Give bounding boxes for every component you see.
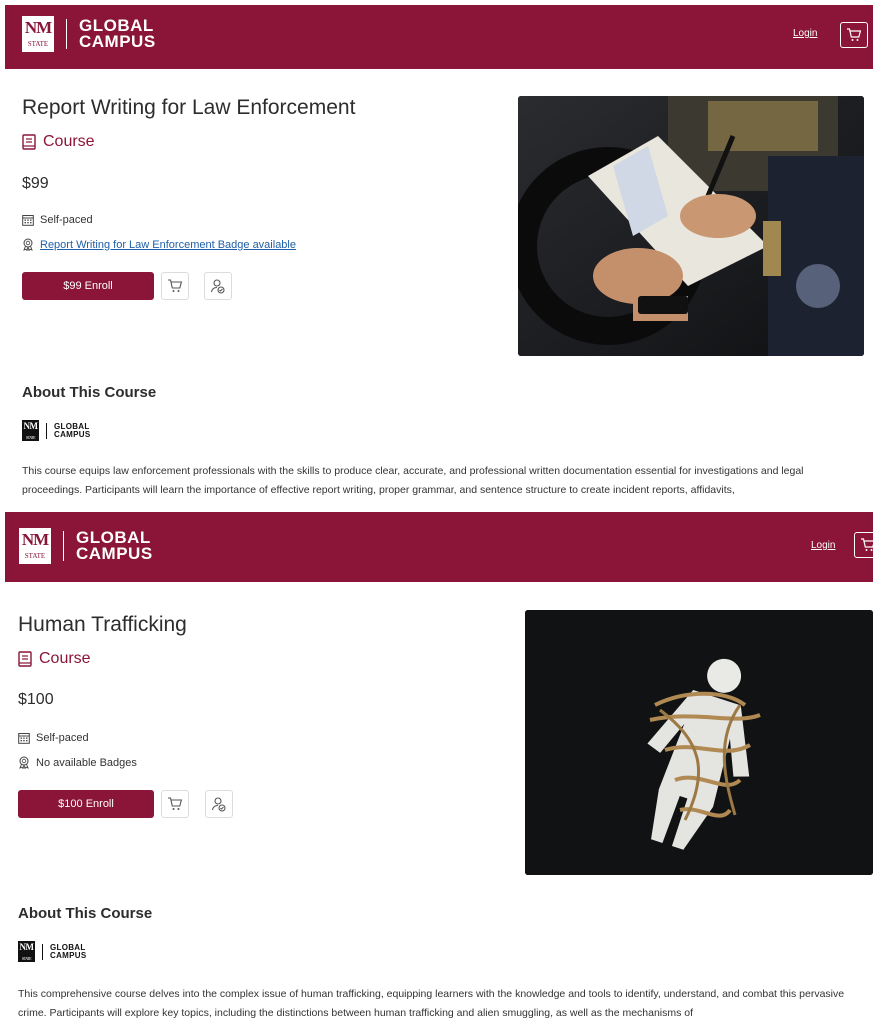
logo-nm-text: NM: [24, 18, 52, 37]
course-book-icon: [18, 651, 32, 667]
course-hero-image: [518, 96, 864, 356]
enroll-button[interactable]: $99 Enroll: [22, 272, 154, 300]
site-header: NM STATE GLOBAL CAMPUS Login: [5, 512, 873, 582]
course-type: Course: [18, 650, 91, 668]
about-heading: About This Course: [18, 905, 153, 922]
course-book-icon: [22, 134, 36, 150]
logo-nm-text: NM: [21, 530, 49, 549]
provider-logo: NM STATE GLOBAL CAMPUS: [18, 941, 86, 962]
nm-state-mini-logo: NM STATE: [22, 420, 39, 441]
officer-writing-report-image: [518, 96, 864, 356]
mini-brand-name: GLOBAL CAMPUS: [54, 422, 91, 439]
badge-ribbon-icon: [23, 238, 33, 251]
mini-logo-divider: [42, 943, 43, 960]
course-type-label: Course: [39, 650, 91, 667]
share-button[interactable]: [204, 272, 232, 300]
global-campus-logo[interactable]: NM STATE GLOBAL CAMPUS: [22, 16, 156, 52]
cart-icon: [168, 279, 183, 292]
course-title: Human Trafficking: [18, 613, 187, 636]
badge-info: No available Badges: [18, 756, 137, 769]
mini-logo-state: STATE: [21, 956, 32, 961]
site-header: NM STATE GLOBAL CAMPUS Login: [5, 5, 873, 69]
nm-state-mini-logo: NM STATE: [18, 941, 35, 962]
course-description: This comprehensive course delves into th…: [18, 988, 845, 1018]
brand-name: GLOBAL CAMPUS: [76, 529, 153, 563]
nm-state-logo: NM STATE: [19, 528, 51, 564]
pace-label: Self-paced: [36, 732, 89, 744]
mini-logo-nm: NM: [23, 421, 39, 431]
logo-state-text: STATE: [27, 40, 49, 48]
mini-brand-line-2: CAMPUS: [50, 950, 87, 960]
share-user-icon: [210, 279, 225, 294]
course-page-human-trafficking: NM STATE GLOBAL CAMPUS Login Human Traff…: [0, 512, 873, 1018]
logo-divider: [63, 531, 64, 561]
course-price: $100: [18, 691, 54, 708]
provider-logo: NM STATE GLOBAL CAMPUS: [22, 420, 90, 441]
brand-line-2: CAMPUS: [76, 544, 153, 563]
course-type-label: Course: [43, 133, 95, 150]
share-button[interactable]: [205, 790, 233, 818]
cart-icon: [847, 28, 862, 41]
brand-name: GLOBAL CAMPUS: [79, 17, 156, 51]
badge-info: Report Writing for Law Enforcement Badge…: [22, 238, 296, 251]
badge-link[interactable]: Report Writing for Law Enforcement Badge…: [40, 239, 296, 251]
cart-icon: [168, 797, 183, 810]
course-page-report-writing: NM STATE GLOBAL CAMPUS Login Report Writ…: [0, 0, 873, 506]
course-title: Report Writing for Law Enforcement: [22, 96, 356, 119]
add-to-cart-button[interactable]: [161, 790, 189, 818]
mini-logo-divider: [46, 422, 47, 439]
add-to-cart-button[interactable]: [161, 272, 189, 300]
logo-state-text: STATE: [24, 552, 46, 560]
badge-label: No available Badges: [36, 756, 137, 769]
mini-brand-line-2: CAMPUS: [54, 429, 91, 439]
header-cart-button[interactable]: [840, 22, 868, 48]
mini-logo-state: STATE: [25, 435, 36, 440]
login-link[interactable]: Login: [811, 540, 835, 551]
logo-divider: [66, 19, 67, 49]
mini-logo-nm: NM: [19, 942, 35, 952]
enroll-button[interactable]: $100 Enroll: [18, 790, 154, 818]
header-cart-button[interactable]: [854, 532, 873, 558]
mini-brand-name: GLOBAL CAMPUS: [50, 943, 87, 960]
pace-label: Self-paced: [40, 214, 93, 226]
course-description: This course equips law enforcement profe…: [22, 465, 804, 496]
bound-paper-figure-image: [525, 610, 873, 875]
share-user-icon: [211, 797, 226, 812]
pace-info: Self-paced: [22, 214, 93, 226]
calendar-icon: [22, 215, 34, 226]
login-link[interactable]: Login: [793, 28, 817, 39]
nm-state-logo: NM STATE: [22, 16, 54, 52]
calendar-icon: [18, 733, 30, 744]
course-price: $99: [22, 175, 49, 192]
course-type: Course: [22, 133, 95, 151]
about-heading: About This Course: [22, 384, 157, 401]
cart-icon: [861, 538, 873, 551]
pace-info: Self-paced: [18, 732, 89, 744]
course-hero-image: [525, 610, 873, 875]
brand-line-2: CAMPUS: [79, 32, 156, 51]
global-campus-logo[interactable]: NM STATE GLOBAL CAMPUS: [19, 528, 153, 564]
badge-ribbon-icon: [19, 756, 29, 769]
